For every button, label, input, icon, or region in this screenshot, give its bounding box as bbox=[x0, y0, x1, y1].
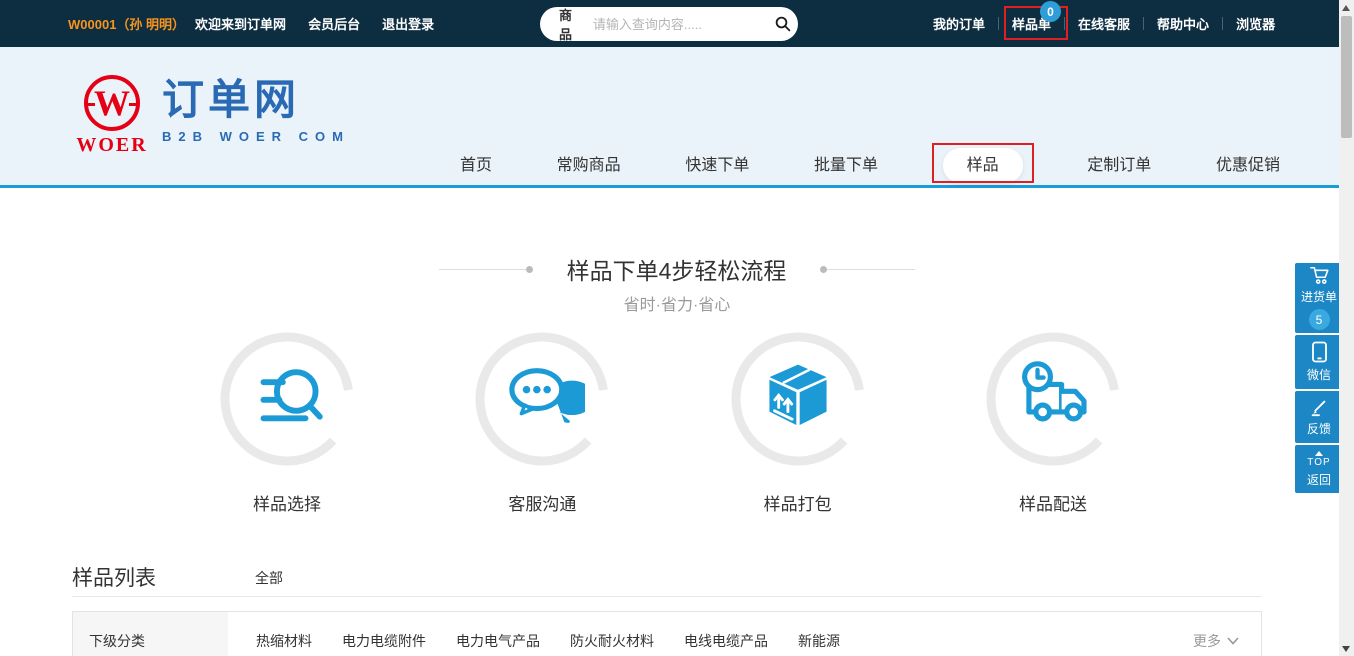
purchase-list-badge: 5 bbox=[1309, 309, 1330, 330]
tab-all[interactable]: 全部 bbox=[255, 568, 283, 588]
top-text: TOP bbox=[1307, 457, 1330, 468]
step-customer-service: 客服沟通 bbox=[467, 330, 617, 515]
subcategory-filter-row: 下级分类 热缩材料 电力电缆附件 电力电气产品 防火耐火材料 电线电缆产品 新能… bbox=[72, 611, 1262, 656]
decorative-line-left bbox=[439, 266, 533, 273]
category-power-cable-accessories[interactable]: 电力电缆附件 bbox=[342, 631, 426, 651]
annotation-box-samples-nav bbox=[932, 143, 1034, 183]
hero-title-row: 样品下单4步轻松流程 bbox=[0, 252, 1354, 286]
logo-brand-text: WOER bbox=[76, 134, 148, 157]
scrollbar-thumb[interactable] bbox=[1341, 16, 1352, 138]
my-orders-link[interactable]: 我的订单 bbox=[933, 14, 985, 33]
chat-bubbles-icon bbox=[499, 354, 585, 445]
back-label: 返回 bbox=[1307, 471, 1331, 488]
package-box-icon bbox=[756, 355, 840, 444]
sample-list-title: 样品列表 bbox=[72, 562, 156, 592]
divider bbox=[1143, 17, 1144, 30]
site-subtitle: B2B WOER COM bbox=[162, 129, 350, 144]
vertical-scrollbar[interactable] bbox=[1339, 0, 1354, 656]
floating-sidebar: 进货单 5 微信 反馈 TOP 返回 bbox=[1295, 263, 1343, 495]
steps-row: 样品选择 客服沟通 bbox=[212, 330, 1128, 515]
logo-letter: W bbox=[94, 85, 130, 121]
topbar-left: W00001（孙 明明） 欢迎来到订单网 会员后台 退出登录 bbox=[68, 0, 456, 47]
nav-item-frequent-products[interactable]: 常购商品 bbox=[557, 151, 621, 175]
purchase-list-label: 进货单 bbox=[1301, 288, 1337, 305]
search-category-select[interactable]: 商品 bbox=[540, 5, 593, 43]
hero-subtitle: 省时·省力·省心 bbox=[0, 291, 1354, 315]
more-button[interactable]: 更多 bbox=[1193, 612, 1261, 656]
scroll-up-arrow-icon[interactable] bbox=[1342, 5, 1350, 11]
decorative-line-right bbox=[820, 266, 915, 273]
site-header: W WOER 订单网 B2B WOER COM 首页 常购商品 快速下单 批量下… bbox=[0, 47, 1354, 188]
member-backend-link[interactable]: 会员后台 bbox=[308, 14, 360, 33]
step-label: 样品配送 bbox=[1019, 490, 1087, 515]
logout-link[interactable]: 退出登录 bbox=[382, 14, 434, 33]
more-label: 更多 bbox=[1193, 631, 1221, 651]
nav-item-quick-order[interactable]: 快速下单 bbox=[685, 151, 749, 175]
pencil-icon bbox=[1309, 397, 1329, 417]
step-sample-packing: 样品打包 bbox=[723, 330, 873, 515]
step-label: 样品选择 bbox=[253, 490, 321, 515]
feedback-button[interactable]: 反馈 bbox=[1295, 391, 1343, 443]
nav-item-custom-order[interactable]: 定制订单 bbox=[1087, 151, 1151, 175]
category-fireproof-materials[interactable]: 防火耐火材料 bbox=[570, 631, 654, 651]
help-center-link[interactable]: 帮助中心 bbox=[1157, 14, 1209, 33]
category-power-electric-products[interactable]: 电力电气产品 bbox=[456, 631, 540, 651]
sample-order-count-badge: 0 bbox=[1040, 1, 1061, 22]
nav-item-home[interactable]: 首页 bbox=[460, 151, 492, 175]
online-service-link[interactable]: 在线客服 bbox=[1078, 14, 1130, 33]
back-to-top-button[interactable]: TOP 返回 bbox=[1295, 445, 1343, 493]
wechat-label: 微信 bbox=[1307, 366, 1331, 383]
subcategory-filter-label: 下级分类 bbox=[73, 612, 228, 656]
woer-logo-icon: W WOER bbox=[76, 75, 148, 157]
step-label: 客服沟通 bbox=[508, 490, 576, 515]
welcome-text: 欢迎来到订单网 bbox=[195, 14, 286, 33]
nav-item-promotions[interactable]: 优惠促销 bbox=[1216, 151, 1280, 175]
divider bbox=[998, 17, 999, 30]
chevron-down-icon bbox=[1227, 637, 1239, 645]
search-box: 商品 bbox=[540, 7, 798, 41]
phone-icon bbox=[1311, 341, 1328, 363]
browser-link[interactable]: 浏览器 bbox=[1236, 14, 1275, 33]
wechat-button[interactable]: 微信 bbox=[1295, 335, 1343, 389]
up-arrow-icon bbox=[1315, 451, 1323, 456]
divider bbox=[72, 596, 1262, 597]
delivery-truck-icon bbox=[1010, 354, 1096, 445]
purchase-list-button[interactable]: 进货单 5 bbox=[1295, 263, 1343, 333]
cart-icon bbox=[1309, 266, 1330, 285]
topbar-right: 我的订单 样品单 在线客服 帮助中心 浏览器 bbox=[933, 0, 1275, 47]
category-heat-shrink[interactable]: 热缩材料 bbox=[256, 631, 312, 651]
feedback-label: 反馈 bbox=[1307, 420, 1331, 437]
nav-item-bulk-order[interactable]: 批量下单 bbox=[814, 151, 878, 175]
search-list-icon bbox=[245, 355, 329, 444]
hero-title: 样品下单4步轻松流程 bbox=[567, 252, 787, 286]
search-input[interactable] bbox=[593, 17, 769, 32]
category-new-energy[interactable]: 新能源 bbox=[798, 631, 840, 651]
logo[interactable]: W WOER 订单网 B2B WOER COM bbox=[76, 75, 350, 157]
step-sample-selection: 样品选择 bbox=[212, 330, 362, 515]
user-id: W00001（孙 明明） bbox=[68, 14, 185, 33]
step-sample-delivery: 样品配送 bbox=[978, 330, 1128, 515]
divider bbox=[1222, 17, 1223, 30]
main-nav: 首页 常购商品 快速下单 批量下单 样品 定制订单 优惠促销 bbox=[460, 94, 1280, 232]
scroll-down-arrow-icon[interactable] bbox=[1342, 646, 1350, 652]
step-label: 样品打包 bbox=[764, 490, 832, 515]
topbar: W00001（孙 明明） 欢迎来到订单网 会员后台 退出登录 商品 我的订单 样… bbox=[0, 0, 1354, 47]
category-wire-cable-products[interactable]: 电线电缆产品 bbox=[684, 631, 768, 651]
search-icon[interactable] bbox=[769, 7, 798, 41]
site-name: 订单网 bbox=[162, 77, 350, 123]
